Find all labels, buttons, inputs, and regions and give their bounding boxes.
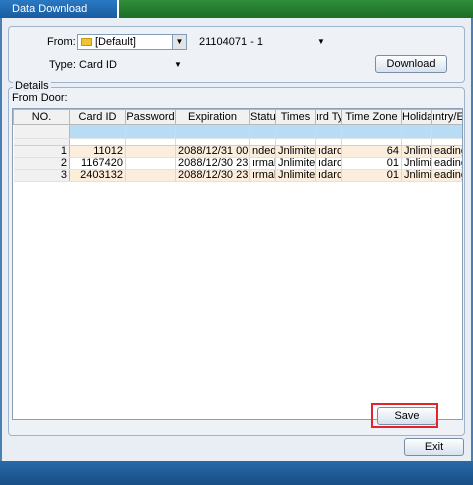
filter-cell[interactable] <box>431 124 462 139</box>
device-select[interactable]: 21104071 - 1 ▼ <box>195 34 335 50</box>
password-cell <box>125 169 176 182</box>
tab-data-download[interactable]: Data Download <box>0 0 119 18</box>
filter-cell[interactable] <box>175 124 250 139</box>
row-header <box>13 138 70 146</box>
chevron-down-icon[interactable]: ▼ <box>172 35 186 49</box>
from-value: [Default] <box>95 36 136 48</box>
details-legend: Details <box>13 80 51 92</box>
folder-icon <box>81 38 92 46</box>
card-table: NO. Card ID Password Expiration Statu: T… <box>13 109 462 182</box>
times-cell: Jnlimited <box>275 157 316 170</box>
exit-button[interactable]: Exit <box>404 438 464 456</box>
type-label: Type: <box>49 59 76 71</box>
column-header[interactable]: Times <box>275 109 316 125</box>
card-id-cell: 1167420 <box>69 157 126 170</box>
card-id-cell: 11012 <box>69 145 126 158</box>
expiration-cell: 2088/12/31 00:00 <box>175 145 250 158</box>
from-label: From: <box>47 36 76 48</box>
table-row[interactable]: 2 1167420 2088/12/30 23:59 ırmal Jnlimit… <box>13 157 462 170</box>
row-number: 3 <box>13 169 70 182</box>
filter-cell[interactable] <box>275 124 316 139</box>
card-data-grid: NO. Card ID Password Expiration Statu: T… <box>12 108 463 420</box>
time-zone-cell: 01 <box>341 157 402 170</box>
filter-cell[interactable] <box>125 124 176 139</box>
top-tab-bar: Data Download <box>0 0 473 18</box>
download-button[interactable]: Download <box>375 55 447 73</box>
table-row[interactable]: 1 11012 2088/12/31 00:00 nded Jnlimited … <box>13 145 462 158</box>
entry-cell: eading <box>431 145 462 158</box>
expiration-cell: 2088/12/30 23:59 <box>175 169 250 182</box>
source-panel: From: [Default] ▼ 21104071 - 1 ▼ Type: C… <box>8 26 465 83</box>
card-id-cell: 2403132 <box>69 169 126 182</box>
status-cell: ırmal <box>249 169 276 182</box>
device-value: 21104071 - 1 <box>199 36 264 48</box>
row-header <box>13 124 70 139</box>
type-select[interactable]: Card ID ▼ <box>77 57 187 73</box>
spacer-row <box>13 138 462 146</box>
bottom-bar <box>0 461 473 485</box>
chevron-down-icon[interactable]: ▼ <box>317 34 325 50</box>
column-header[interactable]: Password <box>125 109 176 125</box>
filter-cell[interactable] <box>341 124 402 139</box>
password-cell <box>125 157 176 170</box>
column-header[interactable]: Card ID <box>69 109 126 125</box>
password-cell <box>125 145 176 158</box>
time-zone-cell: 64 <box>341 145 402 158</box>
row-number: 1 <box>13 145 70 158</box>
column-header[interactable]: ırd Ty <box>315 109 342 125</box>
column-header[interactable]: NO. <box>13 109 70 125</box>
column-header[interactable]: Holiday <box>401 109 432 125</box>
times-cell: Jnlimited <box>275 145 316 158</box>
filter-row[interactable] <box>13 124 462 139</box>
card-type-cell: ıdard <box>315 157 342 170</box>
holiday-cell: Jnlimit <box>401 157 432 170</box>
from-select[interactable]: [Default] ▼ <box>77 34 187 50</box>
column-header[interactable]: Time Zone <box>341 109 402 125</box>
type-value: Card ID <box>79 59 117 71</box>
card-type-cell: ıdard <box>315 145 342 158</box>
filter-cell[interactable] <box>315 124 342 139</box>
column-header[interactable]: Expiration <box>175 109 250 125</box>
filter-cell[interactable] <box>249 124 276 139</box>
row-number: 2 <box>13 157 70 170</box>
card-type-cell: ıdard <box>315 169 342 182</box>
holiday-cell: Jnlimit <box>401 169 432 182</box>
expiration-cell: 2088/12/30 23:59 <box>175 157 250 170</box>
save-highlight-box <box>371 403 438 428</box>
table-row[interactable]: 3 2403132 2088/12/30 23:59 ırmal Jnlimit… <box>13 169 462 182</box>
chevron-down-icon[interactable]: ▼ <box>174 57 182 73</box>
filter-cell[interactable] <box>69 124 126 139</box>
filter-cell[interactable] <box>401 124 432 139</box>
entry-cell: eading <box>431 157 462 170</box>
entry-cell: eading <box>431 169 462 182</box>
table-header-row: NO. Card ID Password Expiration Statu: T… <box>13 109 462 125</box>
from-door-label: From Door: <box>12 92 68 104</box>
column-header[interactable]: ıntry/Ex <box>431 109 462 125</box>
status-cell: ırmal <box>249 157 276 170</box>
holiday-cell: Jnlimit <box>401 145 432 158</box>
times-cell: Jnlimited <box>275 169 316 182</box>
data-download-window: From: [Default] ▼ 21104071 - 1 ▼ Type: C… <box>0 18 473 461</box>
column-header[interactable]: Statu: <box>249 109 276 125</box>
time-zone-cell: 01 <box>341 169 402 182</box>
status-cell: nded <box>249 145 276 158</box>
